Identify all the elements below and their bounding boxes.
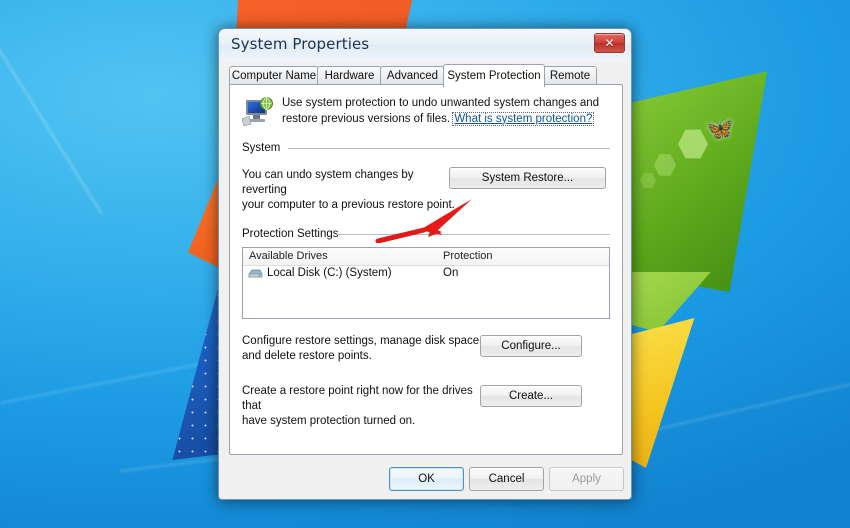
column-header-available-drives[interactable]: Available Drives <box>249 250 328 262</box>
system-protection-tab-page: Use system protection to undo unwanted s… <box>229 84 623 455</box>
system-protection-computer-icon <box>242 97 273 127</box>
available-drives-listbox[interactable]: Available Drives Protection Local Disk (… <box>242 247 610 319</box>
protection-settings-group-label: Protection Settings <box>242 228 339 240</box>
configure-description-line-2: and delete restore points. <box>242 350 372 362</box>
window-title-bar: System Properties ✕ <box>219 29 631 62</box>
drive-name-cell: Local Disk (C:) (System) <box>267 267 392 279</box>
create-description-line-1: Create a restore point right now for the… <box>242 385 473 412</box>
tab-system-protection[interactable]: System Protection <box>443 64 545 87</box>
description-line-2: restore previous versions of files. <box>282 112 451 125</box>
what-is-system-protection-link[interactable]: What is system protection? <box>452 111 595 126</box>
system-protection-description: Use system protection to undo unwanted s… <box>282 96 610 127</box>
dialog-body: Computer Name Hardware Advanced System P… <box>219 61 631 499</box>
ok-button[interactable]: OK <box>389 467 464 491</box>
tab-hardware[interactable]: Hardware <box>317 66 382 86</box>
system-restore-button[interactable]: System Restore... <box>449 167 606 189</box>
system-group-separator <box>288 148 610 149</box>
desktop-wallpaper: 🦋 System Properties ✕ Computer Name Hard… <box>0 0 850 528</box>
configure-button[interactable]: Configure... <box>480 335 582 357</box>
cancel-button[interactable]: Cancel <box>469 467 544 491</box>
column-header-protection[interactable]: Protection <box>443 250 493 262</box>
wallpaper-butterfly-icon: 🦋 <box>706 116 734 141</box>
description-line-1: Use system protection to undo unwanted s… <box>282 97 600 109</box>
wallpaper-panel-yellow <box>624 318 695 468</box>
page-title: System Properties <box>231 35 370 53</box>
system-properties-dialog: System Properties ✕ Computer Name Hardwa… <box>218 28 632 500</box>
tab-computer-name[interactable]: Computer Name <box>229 66 319 86</box>
tab-strip: Computer Name Hardware Advanced System P… <box>229 64 623 87</box>
wallpaper-light-streak <box>0 18 103 215</box>
drive-list-header: Available Drives Protection <box>243 248 609 266</box>
system-restore-description-line-1: You can undo system changes by reverting <box>242 169 414 196</box>
drive-protection-cell: On <box>443 267 459 279</box>
apply-button: Apply <box>549 467 624 491</box>
tab-advanced[interactable]: Advanced <box>380 66 445 86</box>
dialog-footer: OK Cancel Apply <box>219 455 631 499</box>
create-description: Create a restore point right now for the… <box>242 384 492 429</box>
create-button[interactable]: Create... <box>480 385 582 407</box>
table-row[interactable]: Local Disk (C:) (System) On <box>243 265 609 284</box>
system-restore-description: You can undo system changes by reverting… <box>242 168 457 213</box>
hard-drive-icon <box>248 269 263 278</box>
tab-remote[interactable]: Remote <box>543 66 597 86</box>
system-restore-description-line-2: your computer to a previous restore poin… <box>242 199 455 211</box>
close-icon: ✕ <box>604 36 615 50</box>
create-description-line-2: have system protection turned on. <box>242 415 416 427</box>
protection-settings-separator <box>337 234 610 235</box>
configure-description: Configure restore settings, manage disk … <box>242 334 492 364</box>
configure-description-line-1: Configure restore settings, manage disk … <box>242 335 483 347</box>
system-group-label: System <box>242 142 281 154</box>
close-button[interactable]: ✕ <box>594 33 625 53</box>
